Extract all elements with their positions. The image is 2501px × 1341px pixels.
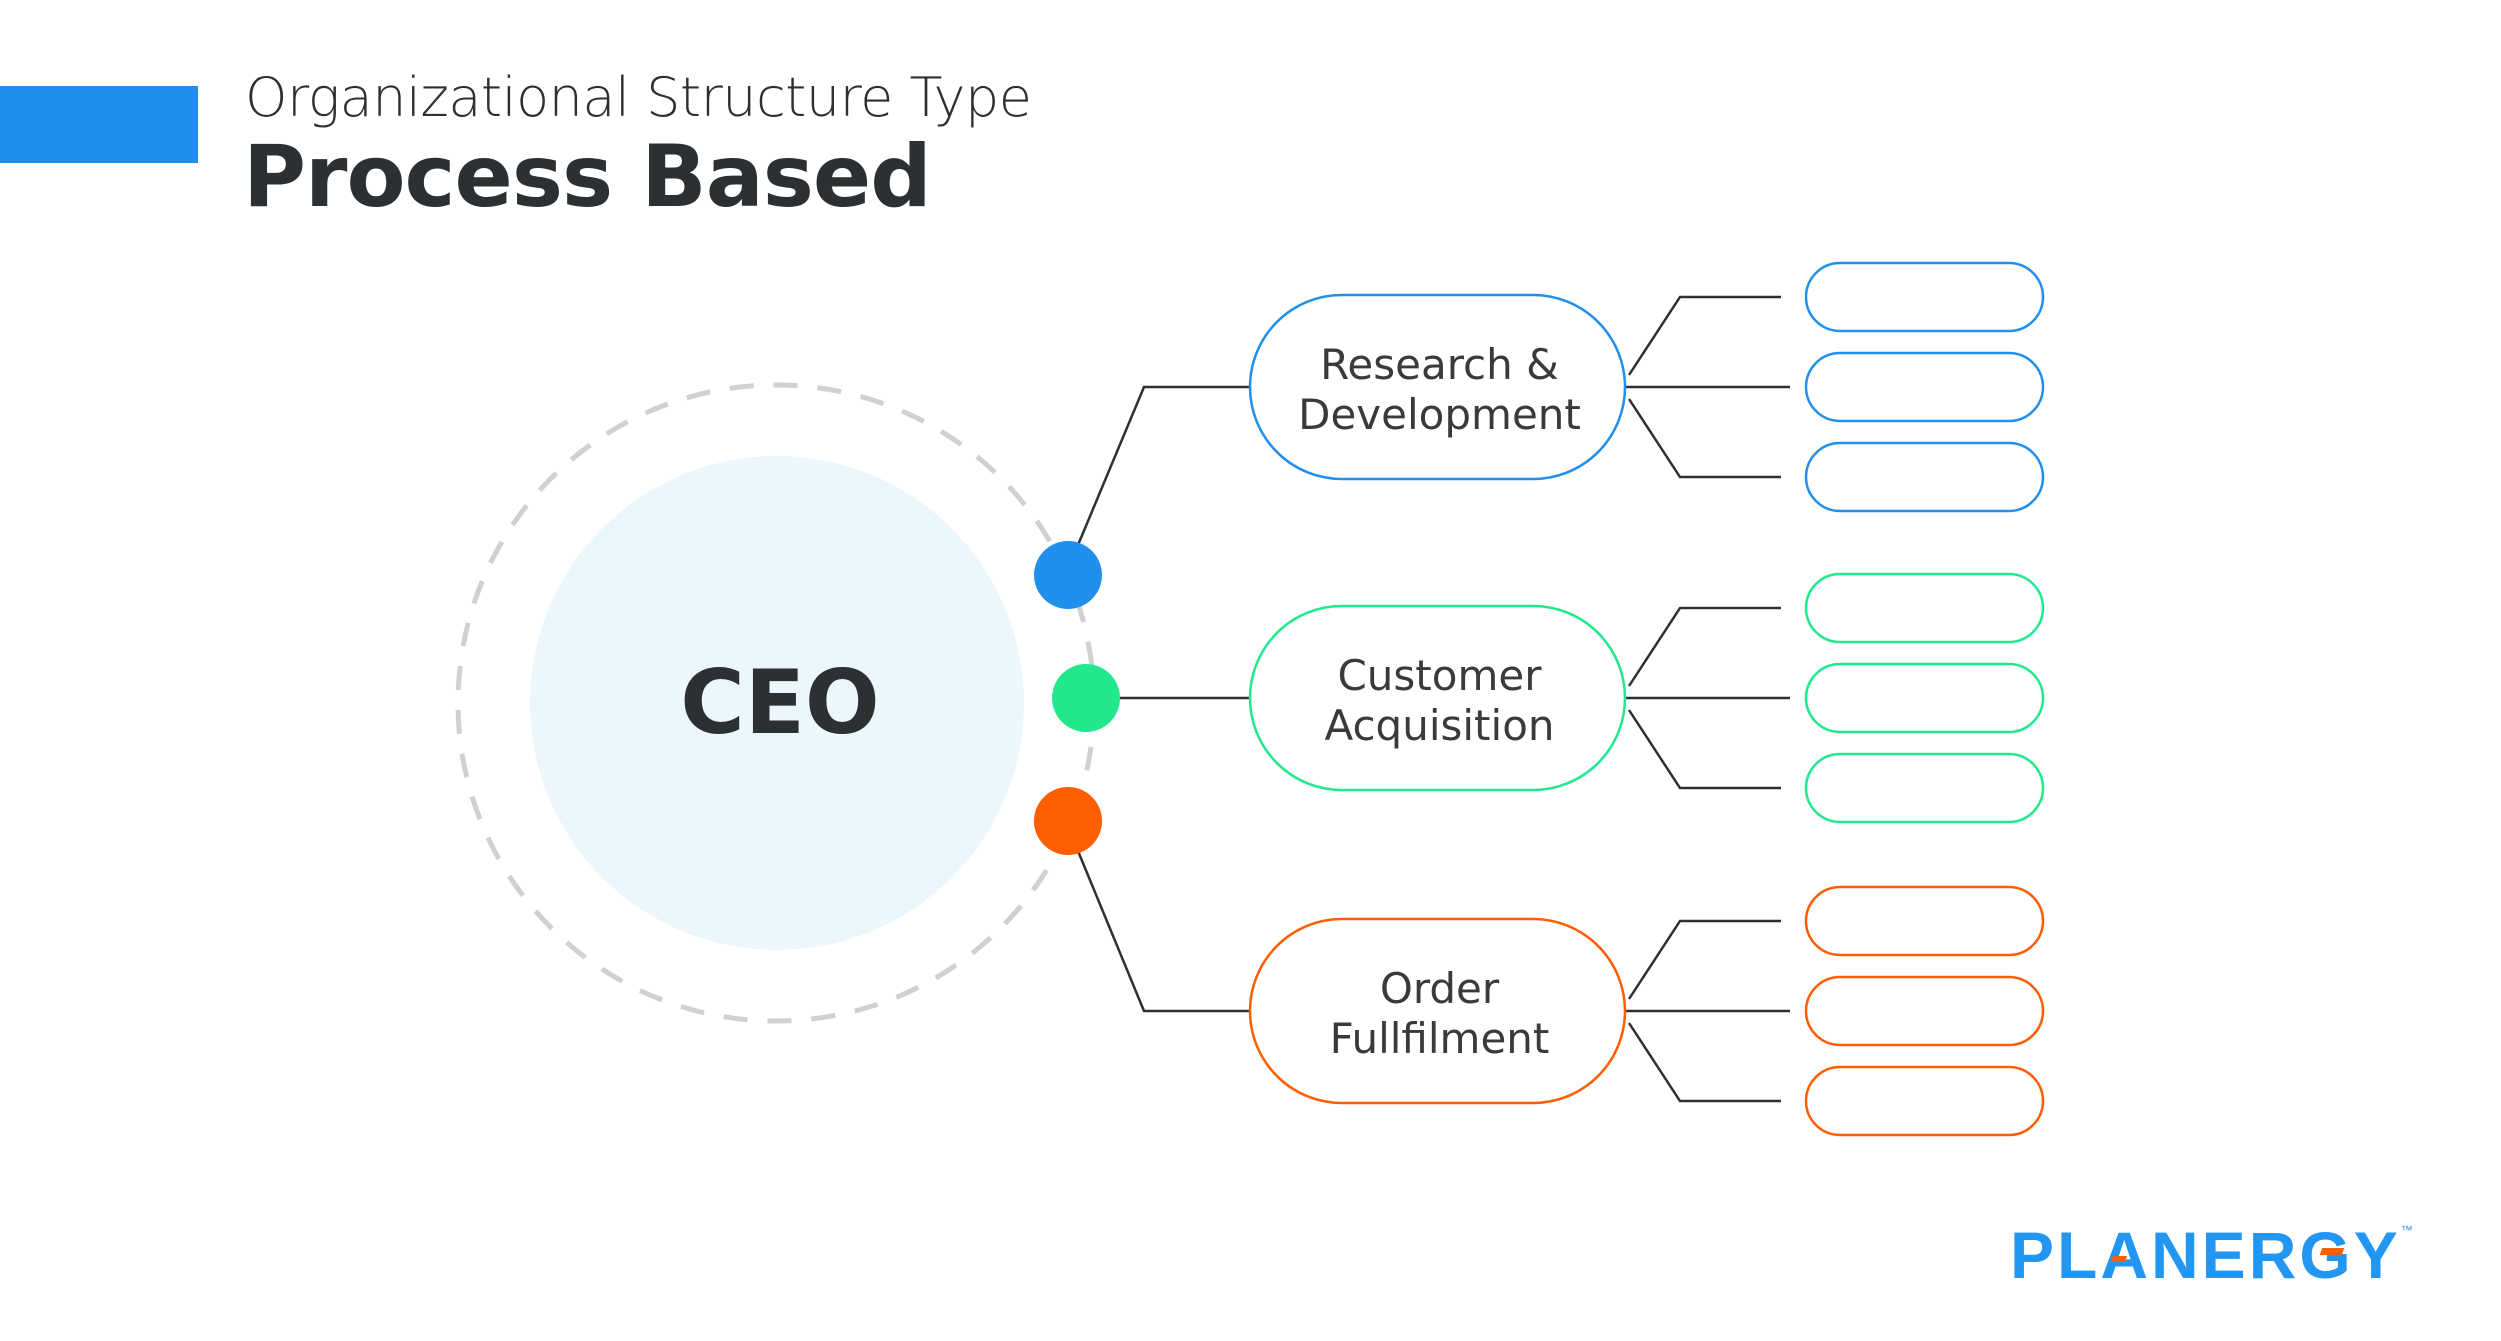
sub-item-box[interactable] [1804, 572, 2045, 644]
sub-branch-line [1627, 295, 1781, 376]
department-node[interactable]: Research &Development [1248, 293, 1627, 481]
logo-part: Y [2353, 1218, 2401, 1292]
sub-item-box[interactable] [1804, 885, 2045, 957]
dept-dot-0 [1034, 541, 1102, 609]
dept-connector-line [1076, 850, 1250, 1013]
planergy-logo: PLANERGY™ [2010, 1222, 2413, 1288]
sub-item-box[interactable] [1804, 351, 2045, 423]
sub-item-box[interactable] [1804, 1065, 2045, 1137]
sub-item[interactable] [1804, 885, 2045, 957]
logo-part-a: A [2100, 1218, 2152, 1292]
department-node[interactable]: OrderFullfilment [1248, 917, 1627, 1105]
dept-connector-line [1076, 385, 1250, 546]
sub-branch-line [1627, 709, 1781, 790]
sub-item[interactable] [1804, 1065, 2045, 1137]
department-label-line2: Development [1298, 390, 1581, 439]
department-dots [1034, 541, 1120, 855]
department-label-line2: Fullfilment [1330, 1014, 1550, 1063]
sub-item[interactable] [1804, 662, 2045, 734]
sub-item[interactable] [1804, 441, 2045, 513]
sub-item-box[interactable] [1804, 752, 2045, 824]
sub-item[interactable] [1804, 572, 2045, 644]
department-label-line1: Research & [1320, 340, 1559, 389]
dept-dot-2 [1034, 787, 1102, 855]
sub-item-box[interactable] [1804, 441, 2045, 513]
sub-item-box[interactable] [1804, 662, 2045, 734]
org-chart-diagram: CEO Research &Development CustomerAcquisi… [455, 261, 2045, 1137]
department-node[interactable]: CustomerAcquisition [1248, 604, 1627, 792]
logo-part-g: G [2299, 1218, 2354, 1292]
logo-part: NER [2151, 1218, 2300, 1292]
sub-item[interactable] [1804, 752, 2045, 824]
sub-branch-line [1627, 606, 1781, 687]
trademark-symbol: ™ [2400, 1223, 2413, 1237]
ceo-label: CEO [680, 651, 880, 754]
dept-dot-1 [1052, 664, 1120, 732]
logo-part: PL [2010, 1218, 2101, 1292]
sub-branch-line [1627, 919, 1781, 1000]
department-label-line1: Order [1380, 964, 1500, 1013]
sub-item-box[interactable] [1804, 975, 2045, 1047]
department-label-line1: Customer [1337, 651, 1542, 700]
sub-branch-line [1627, 398, 1781, 479]
sub-item[interactable] [1804, 351, 2045, 423]
department-label-line2: Acquisition [1324, 701, 1554, 750]
sub-item-box[interactable] [1804, 261, 2045, 333]
sub-item[interactable] [1804, 975, 2045, 1047]
sub-item[interactable] [1804, 261, 2045, 333]
sub-branch-line [1627, 1022, 1781, 1103]
